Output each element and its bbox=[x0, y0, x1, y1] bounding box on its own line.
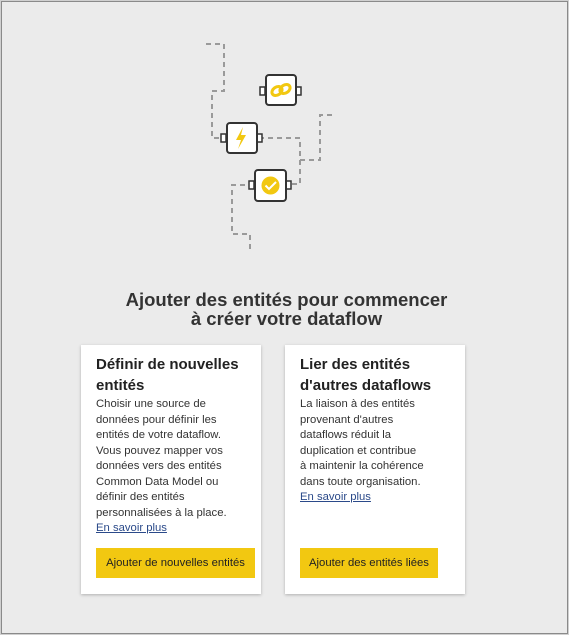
dialog-frame: Ajouter des entités pour commencer à cré… bbox=[1, 1, 568, 634]
card-description-line: Vous pouvez mapper vos bbox=[96, 444, 223, 457]
card-description-line: duplication et contribue bbox=[300, 444, 417, 457]
card-description-line: La liaison à des entités bbox=[300, 398, 415, 410]
learn-more-link[interactable]: En savoir plus bbox=[96, 521, 167, 537]
card-description-line: dataflows réduit la bbox=[300, 429, 392, 441]
card-title-line: entités bbox=[96, 377, 145, 394]
page-heading: Ajouter des entités pour commencer à cré… bbox=[2, 290, 569, 328]
card-description-line: définir des entités bbox=[96, 491, 185, 503]
heading-line-2: à créer votre dataflow bbox=[190, 308, 383, 329]
heading-line-1: Ajouter des entités pour commencer bbox=[125, 289, 448, 310]
card-description: La liaison à des entités provenant d'aut… bbox=[300, 397, 462, 506]
define-new-entities-card: Définir de nouvelles entités Choisir une… bbox=[81, 345, 261, 594]
card-title: Lier des entités d'autres dataflows bbox=[300, 354, 460, 396]
card-description-line: provenant d'autres bbox=[300, 413, 394, 426]
checkmark-node bbox=[248, 169, 292, 202]
add-new-entities-button[interactable]: Ajouter de nouvelles entités bbox=[96, 548, 255, 578]
card-title: Définir de nouvelles entités bbox=[96, 354, 256, 396]
card-description-line: personnalisées à la place. bbox=[96, 506, 227, 519]
card-description-line: entités de votre dataflow. bbox=[96, 429, 221, 441]
card-description-line: Common Data Model ou bbox=[96, 475, 219, 488]
lightning-node bbox=[220, 122, 263, 154]
card-description-line: à maintenir la cohérence bbox=[300, 460, 424, 472]
card-description-line: Choisir une source de bbox=[96, 398, 206, 410]
card-description: Choisir une source de données pour défin… bbox=[96, 397, 258, 537]
link-node bbox=[259, 74, 302, 106]
checkmark-badge-icon bbox=[261, 176, 280, 195]
card-description-line: données vers des entités bbox=[96, 460, 222, 472]
link-entities-card: Lier des entités d'autres dataflows La l… bbox=[285, 345, 465, 594]
add-linked-entities-button[interactable]: Ajouter des entités liées bbox=[300, 548, 438, 578]
card-description-line: données pour définir les bbox=[96, 413, 217, 426]
card-description-line: dans toute organisation. bbox=[300, 475, 421, 488]
card-title-line: Lier des entités bbox=[300, 356, 411, 373]
learn-more-link[interactable]: En savoir plus bbox=[300, 490, 371, 506]
card-title-line: d'autres dataflows bbox=[300, 377, 432, 394]
dataflow-illustration bbox=[206, 43, 336, 252]
card-title-line: Définir de nouvelles bbox=[96, 356, 239, 373]
